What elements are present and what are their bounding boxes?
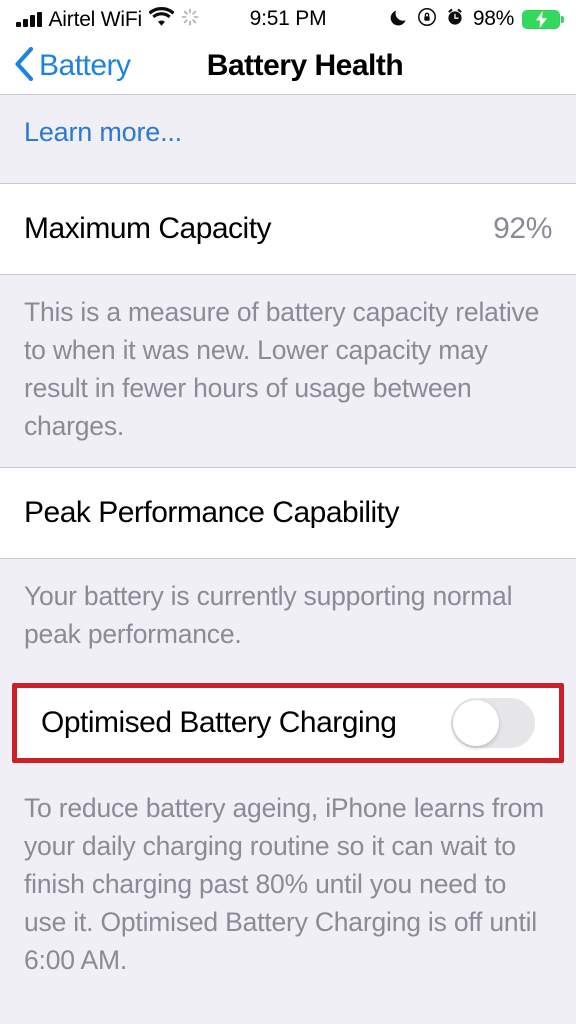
chevron-left-icon <box>14 46 34 86</box>
peak-performance-footer-text: Your battery is currently supporting nor… <box>24 581 513 649</box>
optimised-charging-footer-text: To reduce battery ageing, iPhone learns … <box>24 793 545 975</box>
battery-percentage-label: 98% <box>472 7 514 30</box>
signal-bars-icon <box>16 11 42 27</box>
back-button[interactable]: Battery <box>14 46 131 86</box>
settings-content: Learn more... Maximum Capacity 92% This … <box>0 95 576 1024</box>
optimised-charging-label: Optimised Battery Charging <box>41 706 397 739</box>
iphone-screen: Airtel WiFi 9:51 PM 98% Battery Battery … <box>0 0 576 1024</box>
maximum-capacity-footer: This is a measure of battery capacity re… <box>0 275 576 467</box>
alarm-clock-icon <box>445 7 465 32</box>
navigation-bar: Battery Battery Health <box>0 38 576 95</box>
rotation-lock-icon <box>417 7 437 32</box>
peak-performance-footer: Your battery is currently supporting nor… <box>0 559 576 675</box>
maximum-capacity-value: 92% <box>493 212 552 245</box>
activity-spinner-icon <box>181 8 199 31</box>
carrier-label: Airtel WiFi <box>48 7 143 31</box>
optimised-charging-toggle[interactable] <box>451 698 535 748</box>
maximum-capacity-footer-text: This is a measure of battery capacity re… <box>24 297 540 441</box>
wifi-icon <box>148 7 175 31</box>
optimised-charging-highlight: Optimised Battery Charging <box>0 675 576 771</box>
peak-performance-row[interactable]: Peak Performance Capability <box>0 467 576 559</box>
battery-charging-icon <box>522 9 564 29</box>
maximum-capacity-row[interactable]: Maximum Capacity 92% <box>0 183 576 275</box>
learn-more-section: Learn more... <box>0 95 576 183</box>
back-button-label: Battery <box>39 49 131 82</box>
maximum-capacity-label: Maximum Capacity <box>24 212 272 245</box>
learn-more-link[interactable]: Learn more... <box>24 117 182 147</box>
optimised-charging-row[interactable]: Optimised Battery Charging <box>12 683 564 763</box>
status-bar-left: Airtel WiFi <box>16 7 199 31</box>
status-bar: Airtel WiFi 9:51 PM 98% <box>0 0 576 38</box>
toggle-knob <box>453 700 499 746</box>
peak-performance-label: Peak Performance Capability <box>24 496 400 529</box>
optimised-charging-footer: To reduce battery ageing, iPhone learns … <box>0 771 576 1001</box>
status-bar-right: 98% <box>389 7 564 32</box>
moon-icon <box>389 7 409 32</box>
